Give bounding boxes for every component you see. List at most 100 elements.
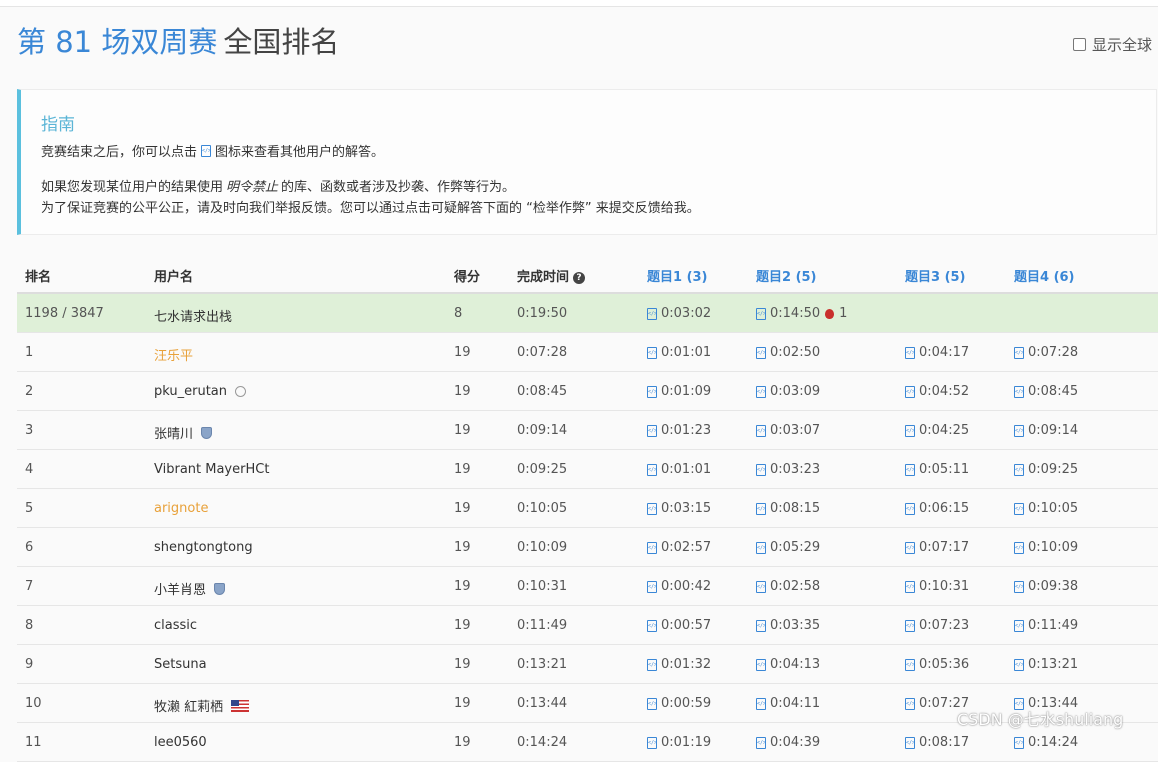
row-q3[interactable]: 0:05:36	[905, 657, 969, 672]
code-icon[interactable]	[1014, 619, 1024, 632]
code-icon[interactable]	[647, 502, 657, 515]
code-icon[interactable]	[647, 580, 657, 593]
header-q2[interactable]: 题目2 (5)	[756, 266, 817, 285]
row-q4[interactable]: 0:10:09	[1014, 540, 1078, 555]
username[interactable]: 张晴川	[154, 423, 193, 442]
code-icon[interactable]	[905, 502, 915, 515]
code-icon[interactable]	[647, 658, 657, 671]
show-global-toggle[interactable]: 显示全球	[1073, 34, 1152, 55]
code-icon[interactable]	[1014, 541, 1024, 554]
code-icon[interactable]	[1014, 658, 1024, 671]
code-icon[interactable]	[1014, 463, 1024, 476]
username[interactable]: pku_erutan	[154, 384, 227, 399]
help-icon[interactable]: ?	[573, 271, 586, 284]
code-icon[interactable]	[1014, 580, 1024, 593]
code-icon[interactable]	[647, 697, 657, 710]
username[interactable]: 小羊肖恩	[154, 579, 206, 598]
code-icon[interactable]	[756, 541, 766, 554]
code-icon[interactable]	[905, 463, 915, 476]
row-q2[interactable]: 0:03:07	[756, 423, 820, 438]
row-user[interactable]: pku_erutan	[154, 384, 247, 399]
row-user[interactable]: lee0560	[154, 735, 207, 750]
code-icon[interactable]	[756, 697, 766, 710]
code-icon[interactable]	[647, 736, 657, 749]
code-icon[interactable]	[756, 346, 766, 359]
row-q3[interactable]: 0:04:52	[905, 384, 969, 399]
code-icon[interactable]	[756, 619, 766, 632]
show-global-checkbox[interactable]	[1073, 38, 1086, 51]
row-q2[interactable]: 0:08:15	[756, 501, 820, 516]
row-q2[interactable]: 0:14:50 1	[756, 306, 847, 321]
row-q1[interactable]: 0:00:59	[647, 696, 711, 711]
row-user[interactable]: Setsuna	[154, 657, 207, 672]
row-q3[interactable]: 0:07:17	[905, 540, 969, 555]
row-user[interactable]: 七水请求出栈	[154, 306, 232, 325]
row-user[interactable]: Vibrant MayerHCt	[154, 462, 269, 477]
header-q1[interactable]: 题目1 (3)	[647, 266, 708, 285]
code-icon[interactable]	[905, 541, 915, 554]
code-icon[interactable]	[647, 619, 657, 632]
code-icon[interactable]	[647, 541, 657, 554]
header-q4[interactable]: 题目4 (6)	[1014, 266, 1075, 285]
code-icon[interactable]	[1014, 424, 1024, 437]
code-icon[interactable]	[756, 580, 766, 593]
row-q4[interactable]: 0:14:24	[1014, 735, 1078, 750]
row-q4[interactable]: 0:10:05	[1014, 501, 1078, 516]
header-q3[interactable]: 题目3 (5)	[905, 266, 966, 285]
row-q1[interactable]: 0:02:57	[647, 540, 711, 555]
row-q3[interactable]: 0:04:25	[905, 423, 969, 438]
row-q2[interactable]: 0:05:29	[756, 540, 820, 555]
row-q1[interactable]: 0:01:01	[647, 345, 711, 360]
code-icon[interactable]	[756, 658, 766, 671]
code-icon[interactable]	[756, 424, 766, 437]
row-q1[interactable]: 0:03:02	[647, 306, 711, 321]
row-q1[interactable]: 0:01:23	[647, 423, 711, 438]
row-q1[interactable]: 0:01:09	[647, 384, 711, 399]
code-icon[interactable]	[647, 385, 657, 398]
code-icon[interactable]	[905, 424, 915, 437]
username[interactable]: 汪乐平	[154, 345, 193, 364]
code-icon[interactable]	[647, 307, 657, 320]
code-icon[interactable]	[905, 385, 915, 398]
code-icon[interactable]	[905, 580, 915, 593]
row-q2[interactable]: 0:04:39	[756, 735, 820, 750]
username[interactable]: Setsuna	[154, 657, 207, 672]
row-q3[interactable]: 0:08:17	[905, 735, 969, 750]
code-icon[interactable]	[905, 697, 915, 710]
row-q3[interactable]: 0:04:17	[905, 345, 969, 360]
row-q4[interactable]: 0:09:14	[1014, 423, 1078, 438]
row-q4[interactable]: 0:09:25	[1014, 462, 1078, 477]
row-user[interactable]: shengtongtong	[154, 540, 253, 555]
row-q2[interactable]: 0:02:50	[756, 345, 820, 360]
row-user[interactable]: 张晴川	[154, 423, 213, 442]
row-q2[interactable]: 0:03:09	[756, 384, 820, 399]
code-icon[interactable]	[756, 463, 766, 476]
username[interactable]: arignote	[154, 501, 208, 516]
code-icon[interactable]	[1014, 385, 1024, 398]
code-icon[interactable]	[905, 736, 915, 749]
row-q1[interactable]: 0:03:15	[647, 501, 711, 516]
code-icon[interactable]	[756, 385, 766, 398]
code-icon[interactable]	[756, 736, 766, 749]
row-q1[interactable]: 0:01:19	[647, 735, 711, 750]
username[interactable]: 牧濑 紅莉栖	[154, 696, 223, 715]
row-q2[interactable]: 0:03:35	[756, 618, 820, 633]
username[interactable]: shengtongtong	[154, 540, 253, 555]
row-q2[interactable]: 0:04:11	[756, 696, 820, 711]
code-icon[interactable]	[647, 424, 657, 437]
row-q2[interactable]: 0:03:23	[756, 462, 820, 477]
row-q4[interactable]: 0:09:38	[1014, 579, 1078, 594]
row-q1[interactable]: 0:00:57	[647, 618, 711, 633]
contest-name[interactable]: 第 81 场双周赛	[17, 25, 217, 59]
code-icon[interactable]	[756, 307, 766, 320]
code-icon[interactable]	[647, 463, 657, 476]
code-icon[interactable]	[905, 346, 915, 359]
row-q2[interactable]: 0:02:58	[756, 579, 820, 594]
row-q3[interactable]: 0:06:15	[905, 501, 969, 516]
code-icon[interactable]	[1014, 736, 1024, 749]
row-q4[interactable]: 0:11:49	[1014, 618, 1078, 633]
username[interactable]: Vibrant MayerHCt	[154, 462, 269, 477]
username[interactable]: classic	[154, 618, 197, 633]
row-q4[interactable]: 0:08:45	[1014, 384, 1078, 399]
code-icon[interactable]	[1014, 502, 1024, 515]
